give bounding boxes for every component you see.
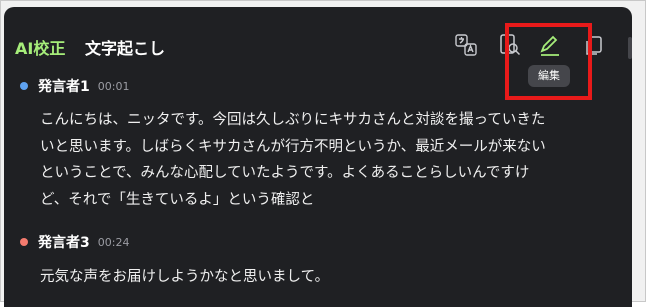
utterance-line: 元気な声をお届けしようかなと思いまして。	[40, 269, 330, 285]
timestamp[interactable]: 00:01	[98, 80, 130, 93]
utterance-text-2[interactable]: 元気な声をお届けしようかなと思いまして。	[40, 264, 600, 291]
utterance-line: こんにちは、ニッタです。今回は久しぶりにキサカさんと対談を撮っていきた	[40, 112, 546, 128]
speaker-color-dot	[20, 82, 28, 90]
ai-proofread-tab[interactable]: AI校正	[15, 35, 65, 59]
utterance-line: ということで、みんな心配していたようです。よくあることらしいんですけ	[40, 165, 530, 181]
translate-icon[interactable]	[452, 31, 480, 59]
timestamp[interactable]: 00:24	[98, 236, 130, 249]
scrollbar-thumb[interactable]	[628, 37, 632, 59]
utterance-line: いと思います。しばらくキサカさんが行方不明というか、最近メールが来ない	[40, 138, 546, 155]
transcript-title: 文字起こし	[85, 39, 166, 58]
speaker-header-3: 発言者3 00:24	[20, 231, 129, 253]
speaker-name[interactable]: 発言者3	[38, 232, 90, 252]
speaker-header-1: 発言者1 00:01	[20, 75, 129, 97]
speaker-name[interactable]: 発言者1	[38, 76, 90, 96]
utterance-text-1[interactable]: こんにちは、ニッタです。今回は久しぶりにキサカさんと対談を撮っていきた いと思い…	[40, 107, 600, 213]
highlight-box	[505, 23, 592, 100]
speaker-color-dot	[20, 238, 28, 246]
utterance-line: ど、それで「生きているよ」という確認と	[40, 191, 315, 208]
